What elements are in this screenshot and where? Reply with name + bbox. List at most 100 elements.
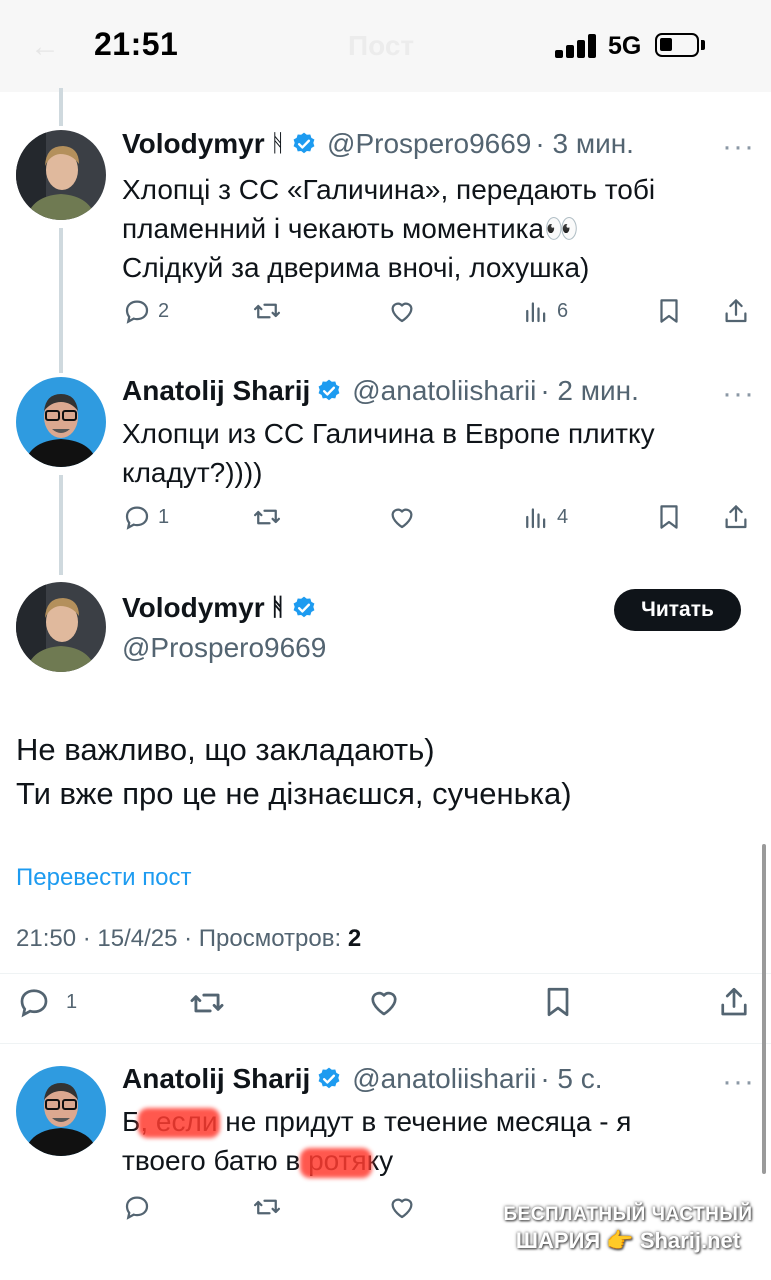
watermark-line: ШАРИЯ 👉 Sharij.net (515, 1228, 741, 1253)
share-icon (725, 299, 747, 323)
main-author-name[interactable]: Volodymyr ᚻ (122, 592, 317, 624)
post-timestamp: 21:50 · 15/4/25 · Просмотров: (16, 925, 348, 952)
like-button[interactable] (366, 984, 402, 1020)
watermark-line: БЕСПЛАТНЫЙ ЧАСТНЫЙ (503, 1204, 753, 1225)
retweet-icon (254, 303, 280, 319)
tweet-header: Anatolij Sharij @anatoliisharii · 5 с. (122, 1063, 603, 1095)
more-icon[interactable]: ··· (722, 130, 755, 164)
author-name[interactable]: Anatolij Sharij (122, 375, 310, 407)
reply-button[interactable]: 1 (16, 984, 77, 1020)
reply-count: 1 (66, 990, 78, 1013)
divider (0, 973, 771, 974)
network-type: 5G (608, 32, 642, 60)
avatar-volodymyr[interactable] (16, 130, 106, 220)
verified-icon (293, 132, 315, 154)
status-bar: ← Пост 21:51 5G (0, 0, 771, 92)
retweet-button[interactable] (188, 984, 226, 1022)
reply-count: 1 (158, 505, 170, 528)
bookmark-icon (547, 987, 569, 1017)
tweet-line: Слідкуй за дверима вночі, лохушка) (122, 252, 590, 283)
cellular-signal-icon (555, 34, 597, 58)
follow-button[interactable]: Читать (614, 589, 741, 631)
post-line: Не важливо, що закладають) (16, 732, 435, 767)
avatar-sharij[interactable] (16, 377, 106, 467)
share-button[interactable] (721, 502, 751, 532)
views-icon (526, 302, 546, 323)
share-icon (725, 505, 747, 529)
reply-icon (20, 989, 48, 1018)
retweet-icon (254, 1199, 280, 1215)
bookmark-icon (660, 505, 678, 529)
more-icon[interactable]: ··· (722, 1065, 755, 1099)
translate-post-link[interactable]: Перевести пост (16, 864, 192, 892)
tweet-actions: 2 6 (0, 296, 771, 336)
verified-icon (293, 596, 315, 618)
reply-button[interactable]: 2 (122, 296, 169, 326)
tweet-time: · 5 с. (540, 1063, 603, 1094)
retweet-button[interactable] (252, 1192, 282, 1222)
views-icon (526, 508, 546, 529)
like-icon (391, 302, 413, 323)
post-meta: 21:50 · 15/4/25 · Просмотров: 2 (16, 925, 361, 953)
like-button[interactable] (387, 1192, 417, 1222)
reply-icon (125, 1196, 149, 1220)
like-icon (391, 1198, 413, 1219)
main-author-handle[interactable]: @Prospero9669 (122, 632, 326, 664)
tweet-line: кладут?)))) (122, 457, 263, 488)
reply-icon (125, 300, 149, 324)
views-count: 4 (557, 505, 569, 528)
tweet-time: · 3 мин. (535, 128, 634, 159)
like-button[interactable] (387, 502, 417, 532)
views-button[interactable]: 6 (521, 296, 568, 326)
reply-button[interactable]: 1 (122, 502, 169, 532)
bookmark-icon (660, 299, 678, 323)
share-icon (721, 987, 747, 1016)
author-handle[interactable]: @anatoliisharii (352, 375, 536, 407)
author-name[interactable]: Anatolij Sharij (122, 1063, 310, 1095)
battery-tip (701, 40, 705, 50)
tweet-actions: 1 4 (0, 502, 771, 542)
thread-line (59, 88, 63, 126)
page-title: Пост (348, 30, 415, 61)
avatar-volodymyr[interactable] (16, 582, 106, 672)
divider (0, 1043, 771, 1044)
main-post-text: Не важливо, що закладають) Ти вже про це… (16, 728, 756, 816)
more-icon[interactable]: ··· (722, 377, 755, 411)
share-button[interactable] (721, 296, 751, 326)
name-rune: ᚻ (270, 594, 286, 621)
tweet-line: пламенний і чекають моментика👀 (122, 213, 579, 244)
tweet-text: Хлопці з СС «Галичина», передають тобі п… (122, 170, 752, 287)
author-handle[interactable]: @Prospero9669 (327, 128, 531, 160)
avatar-sharij[interactable] (16, 1066, 106, 1156)
like-icon (391, 508, 413, 529)
bookmark-button[interactable] (654, 296, 684, 326)
like-icon (371, 991, 397, 1016)
retweet-button[interactable] (252, 502, 282, 532)
verified-icon (318, 379, 340, 401)
tweet-text: Хлопци из СС Галичина в Европе плитку кл… (122, 414, 752, 492)
name-rune: ᚻ (270, 130, 286, 157)
tweet-time: · 2 мин. (540, 375, 639, 406)
status-time: 21:51 (94, 26, 179, 62)
reply-button[interactable] (122, 1192, 152, 1222)
battery-icon (655, 33, 699, 57)
main-post-actions: 1 (0, 984, 771, 1024)
bookmark-button[interactable] (540, 984, 576, 1020)
scrollbar[interactable] (762, 844, 766, 1174)
share-button[interactable] (716, 984, 752, 1020)
redaction-mark (300, 1148, 372, 1178)
tweet-line: Хлопци из СС Галичина в Европе плитку (122, 418, 655, 449)
author-name[interactable]: Volodymyr (122, 592, 265, 624)
retweet-button[interactable] (252, 296, 282, 326)
like-button[interactable] (387, 296, 417, 326)
bookmark-button[interactable] (654, 502, 684, 532)
tweet-line: Хлопці з СС «Галичина», передають тобі (122, 174, 656, 205)
verified-icon (318, 1067, 340, 1089)
back-arrow-icon[interactable]: ← (30, 30, 60, 64)
reply-icon (125, 506, 149, 530)
retweet-icon (254, 509, 280, 525)
author-name[interactable]: Volodymyr (122, 128, 265, 160)
author-handle[interactable]: @anatoliisharii (352, 1063, 536, 1095)
views-button[interactable]: 4 (521, 502, 568, 532)
reply-count: 2 (158, 299, 170, 322)
